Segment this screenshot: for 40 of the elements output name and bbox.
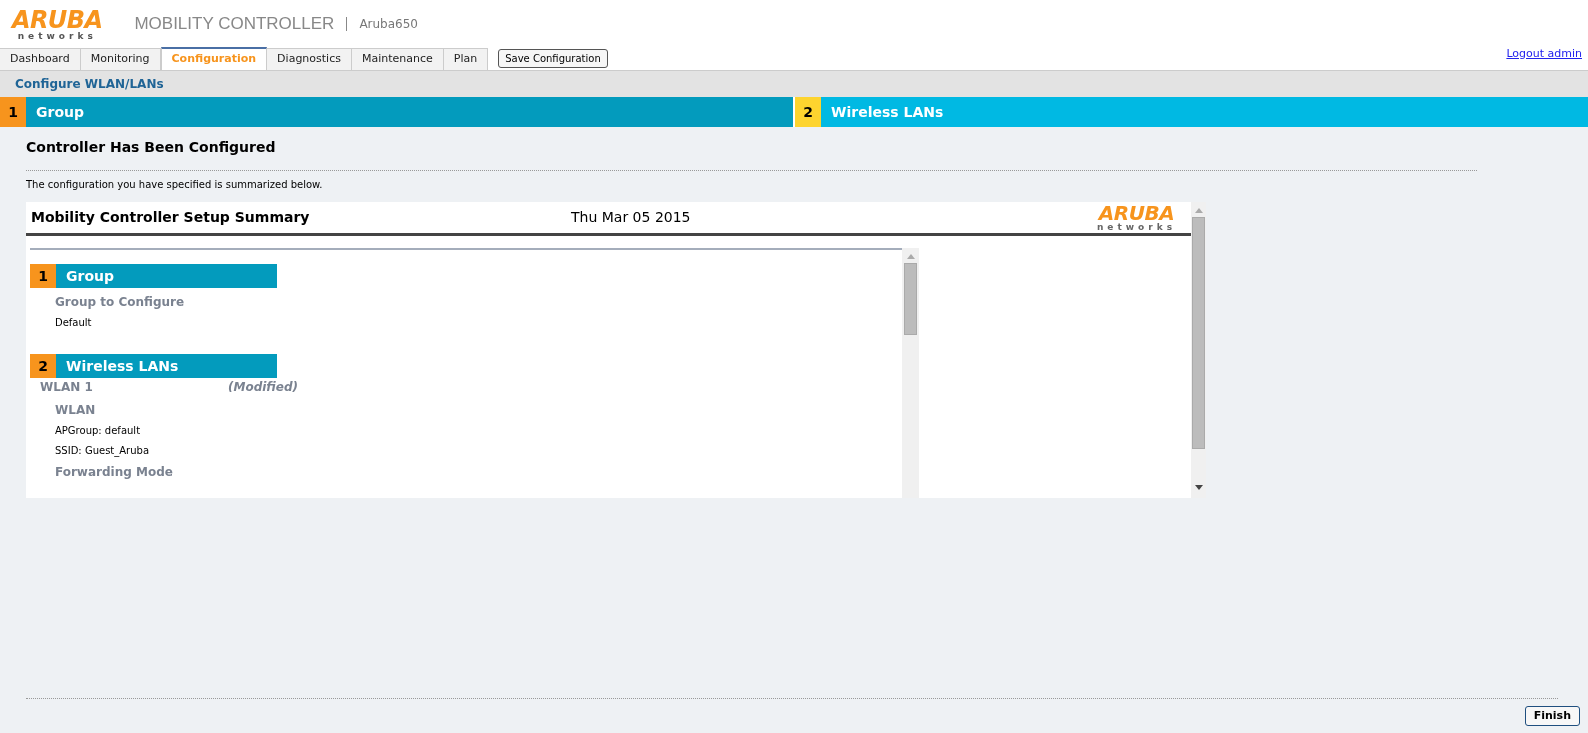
- logo: ARUBA networks: [12, 7, 103, 41]
- device-name: Aruba650: [359, 16, 418, 33]
- nav-tab[interactable]: Diagnostics: [267, 48, 352, 70]
- description: The configuration you have specified is summarized below.: [26, 178, 324, 192]
- nav-tab[interactable]: Dashboard: [0, 48, 81, 70]
- nav-tab[interactable]: Plan: [443, 48, 489, 70]
- nav-tab[interactable]: Monitoring: [80, 48, 161, 70]
- step-number: 1: [0, 97, 26, 127]
- logout-link[interactable]: Logout admin: [1506, 45, 1582, 62]
- field-label: Forwarding Mode: [55, 464, 174, 480]
- scroll-thumb[interactable]: [904, 263, 917, 335]
- scrollbar[interactable]: [1191, 202, 1206, 498]
- wlan-name: WLAN 1: [40, 379, 93, 396]
- field-value: Default: [55, 316, 93, 330]
- section-number: 2: [30, 354, 56, 378]
- save-configuration-button[interactable]: Save Configuration: [498, 49, 608, 68]
- section-title: Wireless LANs: [66, 356, 179, 376]
- scroll-up-icon[interactable]: [906, 254, 915, 259]
- scroll-up-icon[interactable]: [1194, 208, 1203, 213]
- wlan-status: (Modified): [227, 379, 298, 396]
- logo: ARUBA networks: [1096, 203, 1176, 232]
- section-title: Group: [66, 266, 114, 286]
- field-value: APGroup: default: [55, 424, 142, 438]
- section-number: 1: [30, 264, 56, 288]
- nav-tab[interactable]: Maintenance: [351, 48, 444, 70]
- finish-button[interactable]: Finish: [1524, 706, 1580, 726]
- scroll-thumb[interactable]: [1192, 217, 1205, 449]
- scroll-down-icon[interactable]: [1194, 485, 1203, 490]
- field-value: SSID: Guest_Aruba: [55, 444, 151, 458]
- field-label: Group to Configure: [55, 294, 186, 310]
- scrollbar[interactable]: [902, 248, 919, 498]
- breadcrumb: Configure WLAN/LANs: [15, 76, 164, 93]
- page-heading: Controller Has Been Configured: [26, 138, 277, 157]
- product-title: MOBILITY CONTROLLER: [134, 13, 335, 36]
- summary-title: Mobility Controller Setup Summary: [31, 208, 311, 227]
- step-title: Group: [36, 102, 84, 122]
- step-number: 2: [795, 97, 821, 127]
- step-title: Wireless LANs: [831, 102, 944, 122]
- summary-date: Thu Mar 05 2015: [571, 208, 691, 227]
- field-label: WLAN: [55, 402, 97, 418]
